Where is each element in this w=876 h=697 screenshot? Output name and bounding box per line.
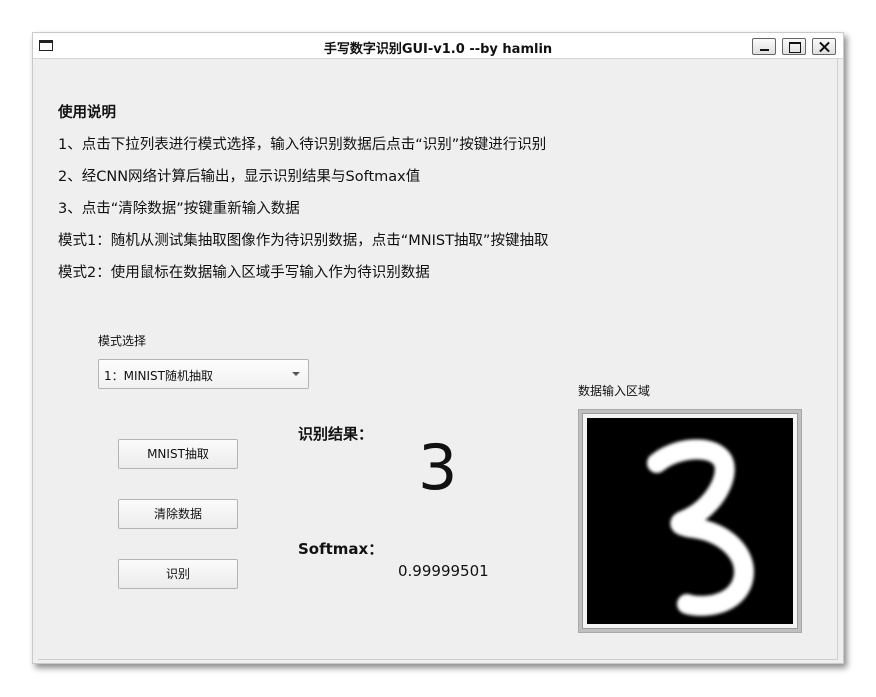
instruction-line-3: 3、点击“清除数据”按键重新输入数据 (58, 201, 300, 217)
mode-select-value: 1：MINIST随机抽取 (104, 369, 213, 383)
app-window: 手写数字识别GUI-v1.0 --by hamlin 使用说明 1、点击下拉列表… (32, 32, 844, 664)
instructions-heading: 使用说明 (58, 105, 116, 121)
minimize-button[interactable] (752, 38, 776, 55)
instruction-line-2: 2、经CNN网络计算后输出，显示识别结果与Softmax值 (58, 169, 421, 185)
mode-select-label: 模式选择 (98, 334, 147, 348)
data-input-canvas-frame (578, 409, 802, 633)
recognize-button[interactable]: 识别 (118, 559, 238, 589)
chevron-down-icon (292, 372, 300, 376)
instruction-line-4: 模式1：随机从测试集抽取图像作为待识别数据，点击“MNIST抽取”按键抽取 (58, 233, 549, 249)
data-input-canvas-border (582, 413, 798, 629)
mode-select-dropdown[interactable]: 1：MINIST随机抽取 (98, 359, 309, 389)
maximize-button[interactable] (782, 38, 806, 55)
softmax-label: Softmax： (298, 540, 384, 558)
window-title: 手写数字识别GUI-v1.0 --by hamlin (323, 42, 553, 57)
data-input-canvas[interactable] (587, 418, 793, 624)
result-label: 识别结果： (298, 425, 374, 443)
mnist-extract-button[interactable]: MNIST抽取 (118, 439, 238, 469)
main-panel: 使用说明 1、点击下拉列表进行模式选择，输入待识别数据后点击“识别”按键进行识别… (38, 59, 838, 660)
input-area-label: 数据输入区域 (578, 384, 651, 398)
clear-data-button[interactable]: 清除数据 (118, 499, 238, 529)
instruction-line-1: 1、点击下拉列表进行模式选择，输入待识别数据后点击“识别”按键进行识别 (58, 137, 547, 153)
handwritten-3-icon (647, 439, 754, 616)
result-digit: 3 (418, 431, 458, 504)
close-button[interactable] (812, 38, 836, 55)
instruction-line-5: 模式2：使用鼠标在数据输入区域手写输入作为待识别数据 (58, 265, 430, 281)
softmax-value: 0.99999501 (398, 562, 489, 580)
title-bar[interactable]: 手写数字识别GUI-v1.0 --by hamlin (33, 33, 843, 59)
